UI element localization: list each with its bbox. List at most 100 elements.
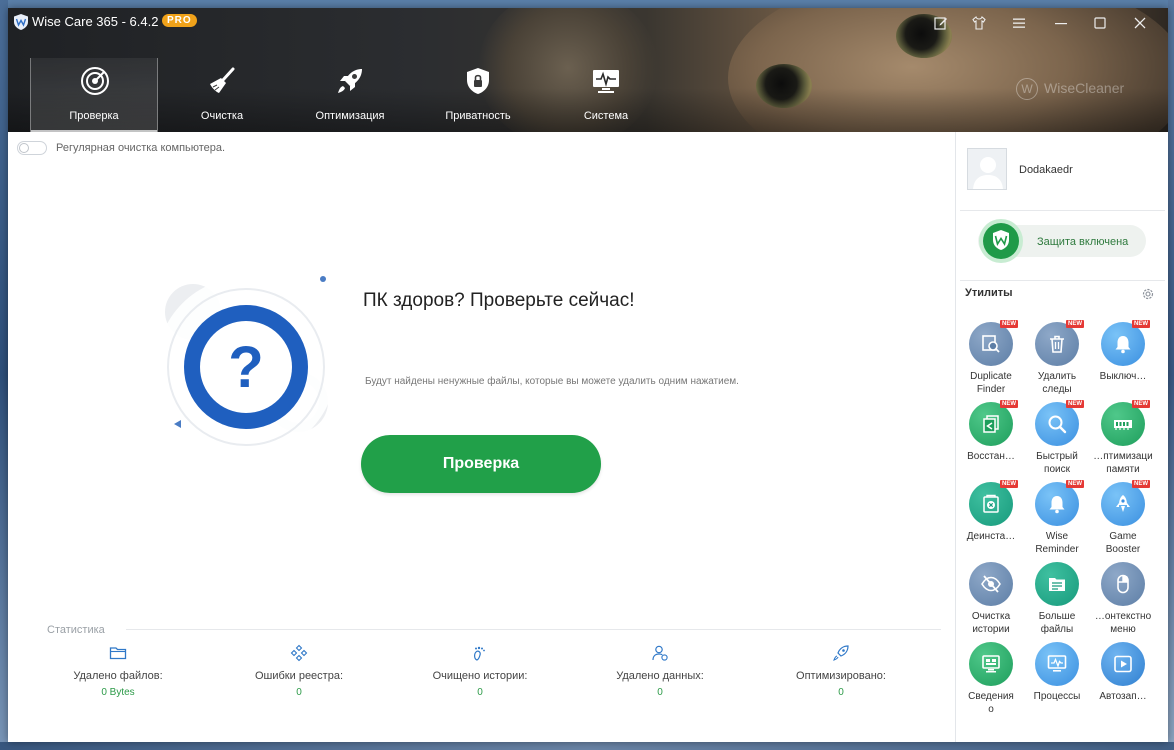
utilities-title: Утилиты bbox=[965, 287, 1013, 299]
stat-deleted-data: Удалено данных: 0 bbox=[580, 644, 740, 698]
feedback-button[interactable] bbox=[928, 12, 954, 34]
tool-label: Wise Reminder bbox=[1035, 531, 1079, 555]
tool-label: Процессы bbox=[1033, 691, 1081, 702]
tool-label: Выключ… bbox=[1099, 371, 1147, 382]
tab-clean-label: Очистка bbox=[200, 110, 244, 122]
tool-history-cleaner[interactable]: Очистка истории bbox=[958, 562, 1024, 642]
tool-label: Восстан… bbox=[967, 451, 1015, 462]
user-data-icon bbox=[652, 645, 668, 661]
wisecleaner-watermark: W WiseCleaner bbox=[1016, 78, 1124, 100]
stat-registry-errors: Ошибки реестра: 0 bbox=[219, 644, 379, 698]
stats-title: Статистика bbox=[47, 624, 105, 636]
new-badge: NEW bbox=[1066, 400, 1084, 408]
restore-icon bbox=[983, 415, 999, 433]
tab-optimize-label: Оптимизация bbox=[315, 110, 385, 122]
new-badge: NEW bbox=[1066, 320, 1084, 328]
stat-value: 0 bbox=[838, 687, 844, 698]
bell-icon bbox=[1115, 336, 1131, 354]
stat-value: 0 bbox=[296, 687, 302, 698]
tool-restore[interactable]: NEW Восстан… bbox=[958, 400, 1024, 482]
big-files-icon bbox=[1049, 578, 1065, 591]
close-button[interactable] bbox=[1127, 12, 1153, 34]
tool-circle bbox=[969, 482, 1013, 526]
system-info-icon bbox=[982, 655, 1000, 673]
new-badge: NEW bbox=[1132, 480, 1150, 488]
tshirt-icon bbox=[972, 16, 986, 30]
edit-note-icon bbox=[934, 17, 947, 30]
title-bar[interactable]: Wise Care 365 - 6.4.2 PRO bbox=[8, 8, 1168, 38]
avatar[interactable] bbox=[967, 148, 1007, 190]
tool-label: Duplicate Finder bbox=[970, 371, 1012, 395]
main-panel: Регулярная очистка компьютера. ? ПК здор… bbox=[8, 132, 955, 742]
stat-label: Удалено файлов: bbox=[73, 670, 163, 682]
tool-circle bbox=[1101, 562, 1145, 606]
tool-label: …онтекстно меню bbox=[1094, 611, 1152, 635]
registry-icon bbox=[290, 644, 308, 662]
tool-game-booster[interactable]: NEW Game Booster bbox=[1090, 480, 1156, 562]
footprint-icon bbox=[474, 646, 485, 661]
stat-label: Ошибки реестра: bbox=[254, 670, 344, 682]
hero-title: ПК здоров? Проверьте сейчас! bbox=[363, 290, 635, 311]
stat-label: Оптимизировано: bbox=[796, 670, 886, 682]
skin-button[interactable] bbox=[966, 12, 992, 34]
stat-label: Удалено данных: bbox=[616, 670, 704, 682]
reminder-bell-icon bbox=[1049, 496, 1065, 514]
minimize-button[interactable] bbox=[1048, 12, 1074, 34]
rocket-small-icon bbox=[833, 645, 849, 661]
app-logo-icon bbox=[14, 14, 28, 30]
uninstall-icon bbox=[983, 494, 999, 513]
close-icon bbox=[1134, 17, 1146, 29]
monitor-pulse-icon bbox=[593, 70, 619, 93]
hero-description: Будут найдены ненужные файлы, которые вы… bbox=[365, 376, 739, 387]
tool-big-files[interactable]: Больше файлы bbox=[1024, 562, 1090, 642]
sidebar-divider bbox=[960, 280, 1165, 281]
play-icon bbox=[1114, 655, 1132, 673]
tool-fast-search[interactable]: NEW Быстрый поиск bbox=[1024, 400, 1090, 482]
tool-circle bbox=[1035, 482, 1079, 526]
stat-optimized: Оптимизировано: 0 bbox=[761, 644, 921, 698]
tab-check[interactable]: Проверка bbox=[30, 58, 158, 132]
rocket-icon bbox=[338, 69, 362, 93]
tool-memory-optimizer[interactable]: NEW …птимизаци памяти bbox=[1090, 400, 1156, 482]
tab-system-label: Система bbox=[583, 110, 629, 122]
tool-circle bbox=[969, 402, 1013, 446]
tab-check-label: Проверка bbox=[69, 110, 119, 122]
tool-remove-traces[interactable]: NEW Удалить следы bbox=[1024, 320, 1090, 402]
scan-button[interactable]: Проверка bbox=[361, 435, 601, 493]
tool-shutdown[interactable]: NEW Выключ… bbox=[1090, 320, 1156, 402]
maximize-button[interactable] bbox=[1087, 12, 1113, 34]
username[interactable]: Dodakaedr bbox=[1019, 164, 1073, 176]
stats-divider bbox=[126, 629, 941, 630]
tab-system[interactable]: Система bbox=[542, 58, 670, 132]
tool-circle bbox=[969, 562, 1013, 606]
tool-circle bbox=[969, 642, 1013, 686]
tab-clean[interactable]: Очистка bbox=[158, 58, 286, 132]
desktop-background-left bbox=[0, 0, 8, 750]
tool-label: Сведения о bbox=[968, 691, 1014, 715]
tab-optimize[interactable]: Оптимизация bbox=[286, 58, 414, 132]
tab-privacy[interactable]: Приватность bbox=[414, 58, 542, 132]
sidebar-divider bbox=[960, 210, 1165, 211]
menu-button[interactable] bbox=[1006, 12, 1032, 34]
new-badge: NEW bbox=[1000, 400, 1018, 408]
tool-wise-reminder[interactable]: NEW Wise Reminder bbox=[1024, 480, 1090, 562]
tool-system-info[interactable]: Сведения о bbox=[958, 642, 1024, 722]
tool-process-monitor[interactable]: Процессы bbox=[1024, 642, 1090, 722]
hamburger-menu-icon bbox=[1013, 18, 1025, 28]
tool-label: Автозап… bbox=[1099, 691, 1147, 702]
tool-label: Game Booster bbox=[1105, 531, 1141, 555]
tool-context-menu[interactable]: …онтекстно меню bbox=[1090, 562, 1156, 642]
wisecleaner-logo-icon: W bbox=[1016, 78, 1038, 100]
protection-shield-icon[interactable] bbox=[978, 218, 1024, 264]
desktop-background-bottom bbox=[0, 742, 1174, 750]
new-badge: NEW bbox=[1132, 400, 1150, 408]
tool-duplicate-finder[interactable]: NEW Duplicate Finder bbox=[958, 320, 1024, 402]
tool-label: …птимизаци памяти bbox=[1093, 451, 1153, 475]
gear-icon[interactable] bbox=[1141, 287, 1155, 301]
shield-lock-icon bbox=[467, 68, 489, 94]
tool-uninstaller[interactable]: NEW Деинста… bbox=[958, 480, 1024, 562]
tool-startup-manager[interactable]: Автозап… bbox=[1090, 642, 1156, 722]
tab-privacy-label: Приватность bbox=[445, 110, 511, 122]
auto-clean-toggle[interactable] bbox=[17, 141, 47, 155]
stat-deleted-files: Удалено файлов: 0 Bytes bbox=[38, 644, 198, 698]
